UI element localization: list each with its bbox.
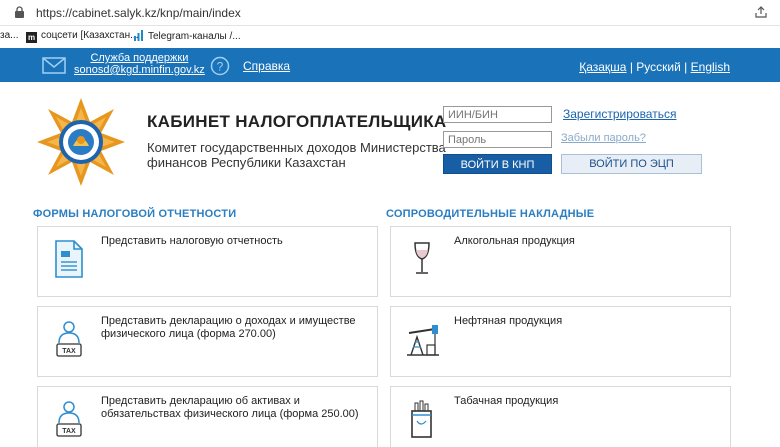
bookmark-item[interactable]: за...	[0, 30, 18, 41]
top-bar: Служба поддержки sonosd@kgd.minfin.gov.k…	[0, 48, 780, 82]
password-input[interactable]	[443, 131, 552, 148]
lang-en-link[interactable]: English	[691, 60, 730, 74]
tax-person-icon: TAX	[56, 321, 82, 357]
login-ecp-button[interactable]: ВОЙТИ ПО ЭЦП	[561, 154, 702, 174]
waybills-section-title: СОПРОВОДИТЕЛЬНЫЕ НАКЛАДНЫЕ	[386, 208, 595, 220]
bookmarks-bar: за... m соцсети [Казахстан... Telegram-ка…	[0, 26, 780, 46]
document-icon	[55, 240, 83, 278]
lang-separator: |	[684, 60, 688, 74]
tax-report-card[interactable]: Представить налоговую отчетность	[37, 226, 378, 297]
card-label: Представить декларацию об активах и обяз…	[101, 395, 359, 420]
card-label: Нефтяная продукция	[454, 315, 563, 327]
login-knp-button[interactable]: ВОЙТИ В КНП	[443, 154, 552, 174]
lang-ru-current[interactable]: Русский	[636, 60, 681, 74]
tax-badge-text: TAX	[62, 428, 76, 435]
oil-pump-icon	[407, 325, 439, 356]
lang-kz-link[interactable]: Қазақша	[579, 60, 626, 74]
bookmark-item[interactable]: Telegram-каналы /...	[133, 30, 241, 42]
bar-chart-favicon-icon	[134, 30, 143, 41]
tax-forms-section-title: ФОРМЫ НАЛОГОВОЙ ОТЧЕТНОСТИ	[33, 208, 237, 220]
card-label: Представить декларацию о доходах и имуще…	[101, 315, 356, 340]
page-title: КАБИНЕТ НАЛОГОПЛАТЕЛЬЩИКА	[147, 112, 447, 131]
register-link[interactable]: Зарегистрироваться	[563, 107, 676, 121]
cigarette-pack-icon	[411, 400, 432, 438]
iin-bin-input[interactable]	[443, 106, 552, 123]
svg-text:?: ?	[217, 60, 224, 74]
bookmark-favicon-icon: m	[26, 32, 37, 43]
share-icon[interactable]	[754, 5, 768, 19]
url-field[interactable]: https://cabinet.salyk.kz/knp/main/index	[36, 6, 241, 20]
card-label: Алкогольная продукция	[454, 235, 575, 247]
page-subtitle: Комитет государственных доходов Министер…	[147, 140, 446, 170]
support-label[interactable]: Служба поддержки	[74, 52, 205, 64]
forgot-password-link[interactable]: Забыли пароль?	[561, 132, 646, 144]
bookmark-item[interactable]: m соцсети [Казахстан...	[26, 30, 138, 43]
tax-person-icon: TAX	[56, 401, 82, 437]
lock-icon	[15, 6, 24, 18]
browser-address-bar: https://cabinet.salyk.kz/knp/main/index	[0, 0, 780, 26]
lang-separator: |	[629, 60, 633, 74]
support-email[interactable]: sonosd@kgd.minfin.gov.kz	[74, 64, 205, 76]
card-label: Табачная продукция	[454, 395, 559, 407]
language-switcher: Қазақша | Русский | English	[579, 60, 730, 74]
mail-icon[interactable]	[42, 57, 66, 74]
alcohol-card[interactable]: Алкогольная продукция	[390, 226, 731, 297]
support-link[interactable]: Служба поддержки sonosd@kgd.minfin.gov.k…	[74, 52, 205, 76]
oil-card[interactable]: Нефтяная продукция	[390, 306, 731, 377]
declaration-250-card[interactable]: TAX Представить декларацию об активах и …	[37, 386, 378, 447]
help-link[interactable]: Справка	[243, 59, 290, 73]
wine-glass-icon	[414, 242, 430, 274]
help-icon[interactable]: ?	[210, 56, 230, 76]
declaration-270-card[interactable]: TAX Представить декларацию о доходах и и…	[37, 306, 378, 377]
tax-badge-text: TAX	[62, 348, 76, 355]
kgd-emblem-logo	[37, 98, 125, 186]
card-label: Представить налоговую отчетность	[101, 235, 283, 247]
tobacco-card[interactable]: Табачная продукция	[390, 386, 731, 447]
